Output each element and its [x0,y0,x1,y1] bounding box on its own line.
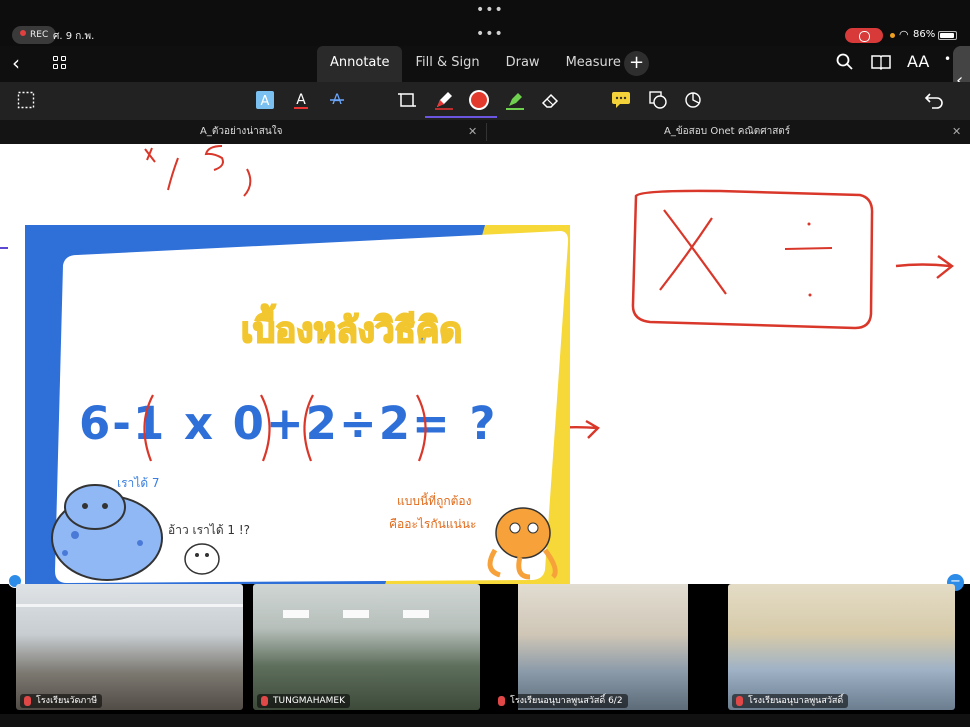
home-indicator-area [0,714,970,727]
tab-divider [486,123,487,141]
tile-ceiling-light [16,604,243,607]
tab-annotate[interactable]: Annotate [317,46,403,82]
top-toolbar: ‹ Annotate Fill & Sign Draw Measure + AA… [0,46,970,118]
white-ghost-character [184,543,220,575]
mic-muted-icon [24,696,31,706]
doc-tab-2[interactable]: A_ข้อสอบ Onet คณิตศาสตร์ [664,120,790,144]
wifi-icon: ◠ [899,28,909,41]
screen-record-icon[interactable] [845,28,883,43]
shapes-icon[interactable] [646,88,670,112]
camera-in-use-icon [890,33,895,38]
tile-video [518,584,688,710]
participant-tile-3[interactable]: โรงเรียนอนุบาลพูนสวัสดิ์ 6/2 [490,584,717,710]
doc-tab-1[interactable]: A_ตัวอย่างน่าสนใจ [200,120,282,144]
tile-ceiling-light [403,610,429,618]
mic-muted-icon [498,696,505,706]
recording-indicator: REC [12,26,57,44]
mic-muted-icon [736,696,743,706]
status-bar: ••• REC ศ. 9 ก.พ. ••• ◠ 86% [0,0,970,46]
video-participants-strip: − โรงเรียนวัดภาษี TUNGMAHAMEK โรงเรียนอน… [0,574,970,727]
doc-tab-2-close-icon[interactable]: ✕ [952,120,961,144]
add-tool-button[interactable]: + [624,51,649,76]
undo-icon[interactable] [922,88,946,112]
participant-label: TUNGMAHAMEK [257,694,350,708]
text-highlight-icon[interactable]: A [253,88,277,112]
tile-ceiling-light [283,610,309,618]
svg-text:A: A [261,94,270,109]
eraser-icon[interactable] [538,88,562,112]
more-icon[interactable]: • [944,52,951,66]
thumbnail-grid-icon[interactable] [53,56,67,70]
rec-dot-icon [20,30,26,36]
comment-icon[interactable] [609,88,633,112]
annotation-toolbar: A A A [0,82,970,120]
orange-octopus-character [487,507,558,580]
lasso-icon[interactable] [681,88,705,112]
blue-frog-character [51,484,163,581]
active-tool-indicator [425,116,497,118]
participant-tile-4[interactable]: โรงเรียนอนุบาลพูนสวัสดิ์ [728,584,955,710]
back-chevron-icon[interactable]: ‹ [12,51,20,75]
document-tabs: A_ตัวอย่างน่าสนใจ ✕ A_ข้อสอบ Onet คณิตศา… [0,120,970,144]
text-color-icon[interactable]: A [289,88,313,112]
tab-measure[interactable]: Measure [553,46,634,82]
participant-label: โรงเรียนวัดภาษี [20,694,103,708]
participant-label: โรงเรียนอนุบาลพูนสวัสดิ์ [732,694,849,708]
select-rect-icon[interactable] [14,88,38,112]
ink-multiply-symbol [659,209,727,295]
participant-label: โรงเรียนอนุบาลพูนสวัสดิ์ 6/2 [494,694,628,708]
document-canvas[interactable]: เบื้องหลังวิธีคิด 6-1 x 0+2÷2= ? เราได้ … [0,144,970,584]
mic-muted-icon [261,696,268,706]
doc-tab-1-close-icon[interactable]: ✕ [468,120,477,144]
pen-icon[interactable] [432,88,456,112]
participant-tile-1[interactable]: โรงเรียนวัดภาษี [16,584,243,710]
highlighter-icon[interactable] [503,88,527,112]
tab-fill-sign[interactable]: Fill & Sign [402,46,492,82]
text-size-icon[interactable]: AA [907,52,929,71]
tab-draw[interactable]: Draw [493,46,553,82]
text-strike-icon[interactable]: A [325,88,349,112]
mode-tabs: Annotate Fill & Sign Draw Measure [317,46,634,82]
svg-text:A: A [296,92,306,108]
rec-label: REC [30,30,49,40]
reader-book-icon[interactable] [871,53,891,75]
battery-percent: 86% [913,29,936,40]
slide-image: เบื้องหลังวิธีคิด 6-1 x 0+2÷2= ? เราได้ … [25,225,570,584]
search-icon[interactable] [836,53,854,75]
color-red-swatch[interactable] [467,88,491,112]
participant-tile-2[interactable]: TUNGMAHAMEK [253,584,480,710]
status-date: ศ. 9 ก.พ. [53,31,95,42]
top-multitask-dots[interactable]: ••• [476,2,504,18]
slide-characters [51,484,558,581]
crop-icon[interactable] [395,88,419,112]
battery-icon [938,31,957,40]
app-multitask-dots[interactable]: ••• [476,26,504,42]
tile-ceiling-light [343,610,369,618]
